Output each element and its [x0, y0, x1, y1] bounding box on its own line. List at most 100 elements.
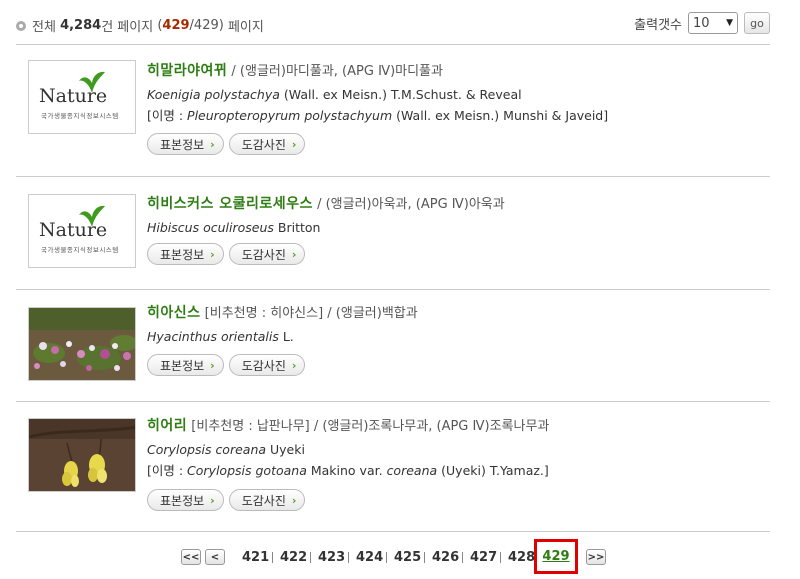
photo-book-button[interactable]: 도감사진 › — [228, 243, 306, 265]
chevron-right-icon: › — [291, 358, 297, 372]
family-text: / (앵글러)아욱과, (APG Ⅳ)아욱과 — [317, 197, 505, 212]
scientific-author: (Wall. ex Meisn.) T.M.Schust. & Reveal — [283, 87, 522, 102]
alternative-name: [비추천명 : 납판나무] — [191, 419, 310, 434]
page-label-2: 페이지 — [227, 20, 264, 35]
logo-subtitle: 국가생물종지식정보시스템 — [41, 246, 119, 254]
first-page-button[interactable]: << — [181, 549, 201, 565]
scientific-name: Hibiscus oculiroseus — [147, 220, 274, 235]
specimen-info-button[interactable]: 표본정보 › — [147, 489, 224, 511]
synonym-mid: Makino var. — [310, 463, 383, 478]
thumbnail-placeholder[interactable]: Nature 국가생물종지식정보시스템 — [28, 60, 136, 134]
logo-word: Nature — [39, 85, 108, 107]
item-info: 히비스커스 오쿨리로세우스 / (앵글러)아욱과, (APG Ⅳ)아욱과 Hib… — [147, 194, 762, 265]
current-page-highlight: 429 — [534, 539, 578, 574]
scientific-author: Uyeki — [270, 442, 305, 457]
chevron-right-icon: › — [210, 247, 215, 261]
chevron-right-icon: › — [210, 358, 215, 372]
thumbnail-placeholder[interactable]: Nature 국가생물종지식정보시스템 — [28, 194, 136, 268]
specimen-info-button[interactable]: 표본정보 › — [147, 133, 224, 155]
total-unit: 건 — [101, 20, 114, 35]
chevron-right-icon: › — [210, 493, 215, 507]
page-link[interactable]: 427 — [470, 550, 497, 565]
photo-book-label: 도감사진 — [241, 247, 286, 262]
go-button[interactable]: go — [744, 12, 770, 34]
page-link[interactable]: 422 — [280, 550, 307, 565]
page-separator — [424, 552, 425, 563]
logo-subtitle: 국가생물종지식정보시스템 — [41, 112, 119, 120]
korean-name-link[interactable]: 히어리 — [147, 418, 187, 434]
page-separator — [500, 552, 501, 563]
page-link[interactable]: 426 — [432, 550, 459, 565]
prev-page-button[interactable]: < — [205, 549, 225, 565]
specimen-info-label: 표본정보 — [160, 247, 205, 262]
hyacinth-photo-image — [29, 308, 135, 380]
page-link[interactable]: 423 — [318, 550, 345, 565]
list-item: Nature 국가생물종지식정보시스템 히비스커스 오쿨리로세우스 / (앵글러… — [16, 177, 770, 290]
page-link[interactable]: 424 — [356, 550, 383, 565]
synonym-prefix: [이명 : — [147, 463, 188, 478]
photo-book-label: 도감사진 — [241, 137, 286, 152]
total-count: 4,284 — [60, 18, 102, 33]
corylopsis-photo[interactable] — [28, 418, 136, 492]
page-separator — [272, 552, 273, 563]
specimen-info-button[interactable]: 표본정보 › — [147, 354, 224, 376]
page-link[interactable]: 425 — [394, 550, 421, 565]
current-page-link[interactable]: 429 — [542, 549, 569, 564]
corylopsis-photo-image — [29, 419, 135, 491]
family-text: / (앵글러)백합과 — [327, 306, 418, 321]
page-separator — [310, 552, 311, 563]
scientific-name: Corylopsis coreana — [147, 442, 267, 457]
per-page-value: 10 — [693, 15, 710, 31]
chevron-right-icon: › — [210, 137, 215, 151]
scientific-name: Koenigia polystachya — [147, 87, 280, 102]
species-result-list: Nature 국가생물종지식정보시스템 히말라야여뀌 / (앵글러)마디풀과, … — [16, 44, 770, 532]
per-page-label: 출력갯수 — [634, 17, 682, 33]
total-pages: /429) — [189, 18, 224, 33]
photo-book-button[interactable]: 도감사진 › — [228, 133, 306, 155]
page-link[interactable]: 428 — [508, 550, 535, 565]
page-separator — [386, 552, 387, 563]
item-info: 히말라야여뀌 / (앵글러)마디풀과, (APG Ⅳ)마디풀과 Koenigia… — [147, 61, 762, 155]
specimen-info-button[interactable]: 표본정보 › — [147, 243, 224, 265]
scientific-name: Hyacinthus orientalis — [147, 329, 279, 344]
list-item: 히아신스 [비추천명 : 히야신스] / (앵글러)백합과 Hyacinthus… — [16, 290, 770, 402]
chevron-down-icon: ▼ — [726, 18, 733, 28]
photo-book-button[interactable]: 도감사진 › — [228, 354, 306, 376]
chevron-right-icon: › — [291, 137, 297, 151]
page-separator — [462, 552, 463, 563]
page-label: 페이지 — [117, 20, 154, 35]
page-link[interactable]: 421 — [242, 550, 269, 565]
scientific-author: L. — [282, 329, 294, 344]
nature-logo: Nature 국가생물종지식정보시스템 — [29, 195, 135, 267]
synonym-author: (Wall. ex Meisn.) Munshi & Javeid] — [396, 108, 609, 123]
scientific-author: Britton — [277, 220, 321, 235]
per-page-control: 출력갯수 10 ▼ go — [634, 12, 770, 34]
chevron-right-icon: › — [291, 493, 297, 507]
specimen-info-label: 표본정보 — [160, 137, 205, 152]
family-text: / (앵글러)조록나무과, (APG Ⅳ)조록나무과 — [313, 419, 550, 434]
photo-book-label: 도감사진 — [241, 358, 286, 373]
nature-logo: Nature 국가생물종지식정보시스템 — [29, 61, 135, 133]
item-info: 히어리 [비추천명 : 납판나무] / (앵글러)조록나무과, (APG Ⅳ)조… — [147, 416, 762, 511]
chevron-right-icon: › — [291, 247, 297, 261]
list-item: 히어리 [비추천명 : 납판나무] / (앵글러)조록나무과, (APG Ⅳ)조… — [16, 402, 770, 532]
per-page-select[interactable]: 10 ▼ — [688, 12, 738, 34]
photo-book-button[interactable]: 도감사진 › — [228, 489, 306, 511]
synonym-prefix: [이명 : — [147, 108, 188, 123]
logo-word: Nature — [39, 219, 108, 241]
specimen-info-label: 표본정보 — [160, 493, 205, 508]
current-page-number: 429 — [162, 18, 190, 33]
korean-name-link[interactable]: 히말라야여뀌 — [147, 63, 227, 79]
korean-name-link[interactable]: 히비스커스 오쿨리로세우스 — [147, 196, 313, 212]
hyacinth-photo[interactable] — [28, 307, 136, 381]
results-summary: 전체 4,284 건 페이지 (429/429) 페이지 — [16, 16, 264, 35]
results-summary-bar: 전체 4,284 건 페이지 (429/429) 페이지 출력갯수 10 ▼ go — [16, 12, 770, 40]
korean-name-link[interactable]: 히아신스 — [147, 305, 201, 321]
alternative-name: [비추천명 : 히야신스] — [204, 306, 324, 321]
bullet-icon — [16, 20, 26, 31]
family-text: / (앵글러)마디풀과, (APG Ⅳ)마디풀과 — [231, 64, 443, 79]
last-page-button[interactable]: >> — [586, 549, 606, 565]
photo-book-label: 도감사진 — [241, 493, 286, 508]
page-separator — [348, 552, 349, 563]
list-item: Nature 국가생물종지식정보시스템 히말라야여뀌 / (앵글러)마디풀과, … — [16, 45, 770, 177]
